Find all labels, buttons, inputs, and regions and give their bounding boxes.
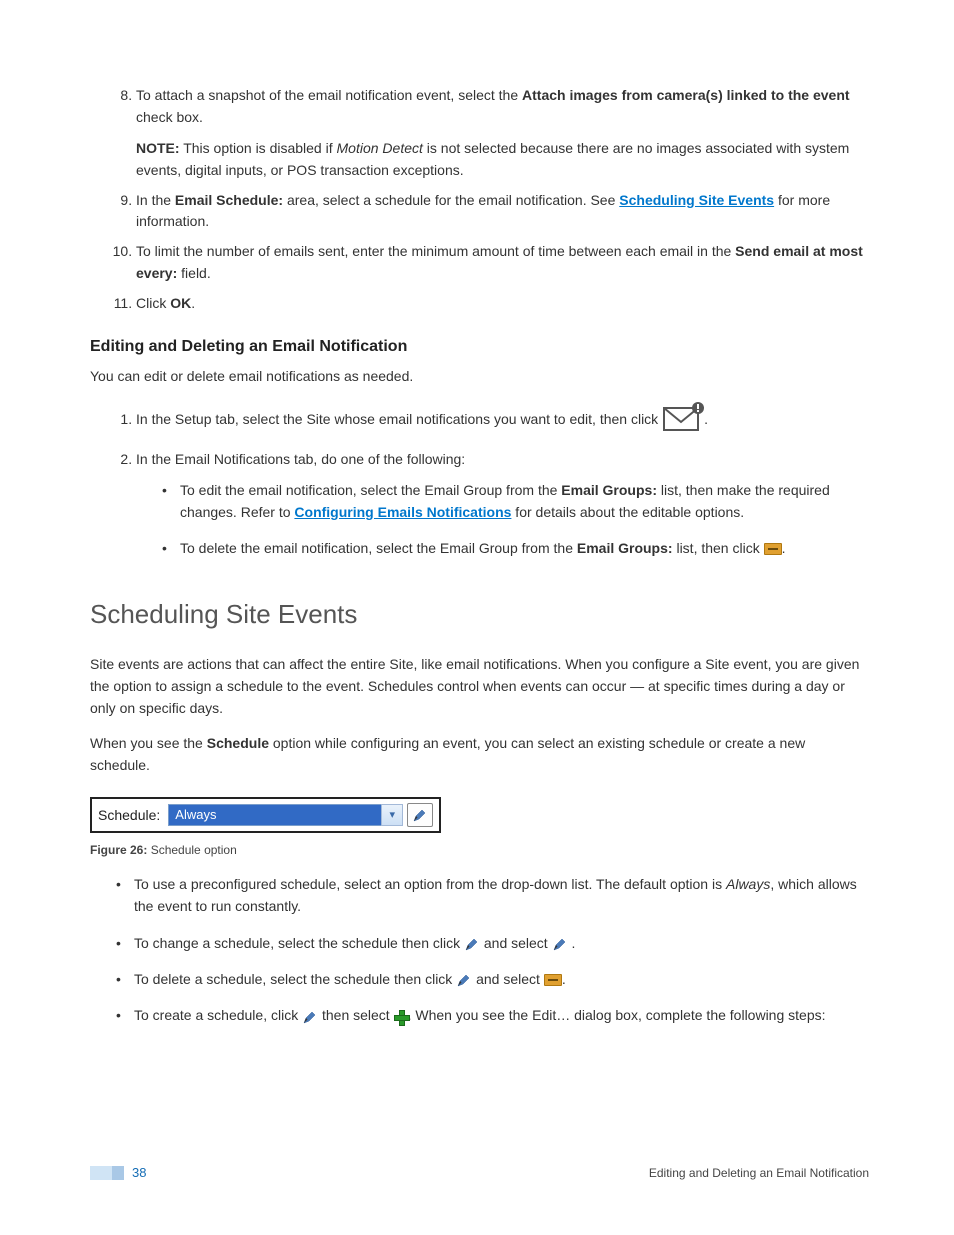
link-configuring-emails[interactable]: Configuring Emails Notifications: [294, 504, 511, 520]
edit-step-1: In the Setup tab, select the Site whose …: [136, 402, 869, 439]
step-11: Click OK.: [136, 293, 869, 315]
text: To create a schedule, click: [134, 1007, 302, 1023]
pencil-icon: [413, 808, 427, 822]
page-decor-icon: [90, 1166, 124, 1180]
text: .: [568, 935, 576, 951]
page-footer: 38 Editing and Deleting an Email Notific…: [90, 1165, 869, 1180]
sched-bullet-4: To create a schedule, click then select …: [134, 1004, 869, 1026]
edit-bullet-2: To delete the email notification, select…: [180, 538, 869, 560]
edit-bullet-1: To edit the email notification, select t…: [180, 480, 869, 523]
text: field.: [177, 265, 210, 281]
text: In the Email Notifications tab, do one o…: [136, 451, 465, 467]
text: .: [704, 411, 708, 427]
text: This option is disabled if: [180, 140, 337, 156]
figure-caption: Figure 26: Schedule option: [90, 843, 869, 857]
text: To delete the email notification, select…: [180, 540, 577, 556]
sched-bullet-1: To use a preconfigured schedule, select …: [134, 873, 869, 918]
bold-text: Email Groups:: [577, 540, 673, 556]
figure-label: Figure 26:: [90, 843, 147, 857]
text: area, select a schedule for the email no…: [283, 192, 619, 208]
pencil-icon: [464, 937, 480, 951]
bold-text: Email Schedule:: [175, 192, 283, 208]
step-10: To limit the number of emails sent, ente…: [136, 241, 869, 284]
bold-text: Email Groups:: [561, 482, 657, 498]
text: To delete a schedule, select the schedul…: [134, 971, 456, 987]
bold-text: Attach images from camera(s) linked to t…: [522, 87, 850, 103]
schedule-edit-button[interactable]: [407, 803, 433, 827]
envelope-alert-icon: [662, 402, 704, 439]
link-scheduling-site-events[interactable]: Scheduling Site Events: [619, 192, 774, 208]
pencil-icon: [552, 937, 568, 951]
text: .: [191, 295, 195, 311]
italic-text: Motion Detect: [337, 140, 423, 156]
sched-p1: Site events are actions that can affect …: [90, 654, 869, 719]
bold-text: OK: [170, 295, 191, 311]
figure-text: Schedule option: [147, 843, 236, 857]
note-label: NOTE:: [136, 140, 180, 156]
text: To attach a snapshot of the email notifi…: [136, 87, 522, 103]
schedule-figure: Schedule: Always ▾: [90, 797, 441, 833]
sched-p2: When you see the Schedule option while c…: [90, 733, 869, 776]
heading-scheduling-site-events: Scheduling Site Events: [90, 599, 869, 630]
text: and select: [480, 935, 552, 951]
text: .: [562, 971, 566, 987]
text: To limit the number of emails sent, ente…: [136, 243, 735, 259]
step-9: In the Email Schedule: area, select a sc…: [136, 190, 869, 233]
text: To change a schedule, select the schedul…: [134, 935, 464, 951]
schedule-dropdown[interactable]: Always ▾: [168, 804, 403, 826]
text: list, then click: [673, 540, 764, 556]
sched-bullet-2: To change a schedule, select the schedul…: [134, 932, 869, 954]
text: .: [782, 540, 786, 556]
text: and select: [472, 971, 544, 987]
delete-icon: [544, 974, 562, 986]
text: To edit the email notification, select t…: [180, 482, 561, 498]
delete-icon: [764, 543, 782, 555]
edit-step-2: In the Email Notifications tab, do one o…: [136, 449, 869, 560]
text: When you see the: [90, 735, 207, 751]
footer-title: Editing and Deleting an Email Notificati…: [649, 1166, 869, 1180]
schedule-dropdown-value: Always: [168, 804, 381, 826]
text: check box.: [136, 109, 203, 125]
bold-text: Schedule: [207, 735, 269, 751]
chevron-down-icon[interactable]: ▾: [381, 804, 403, 826]
intro-text: You can edit or delete email notificatio…: [90, 366, 869, 388]
text: To use a preconfigured schedule, select …: [134, 876, 726, 892]
text: then select: [318, 1007, 394, 1023]
pencil-icon: [456, 973, 472, 987]
text: for details about the editable options.: [511, 504, 744, 520]
step-8: To attach a snapshot of the email notifi…: [136, 85, 869, 182]
pencil-icon: [302, 1010, 318, 1024]
add-icon: [394, 1010, 408, 1024]
text: In the: [136, 192, 175, 208]
page-number: 38: [132, 1165, 146, 1180]
sched-bullet-3: To delete a schedule, select the schedul…: [134, 968, 869, 990]
heading-editing-deleting: Editing and Deleting an Email Notificati…: [90, 338, 869, 356]
text: In the Setup tab, select the Site whose …: [136, 411, 662, 427]
italic-text: Always: [726, 876, 770, 892]
text: . When you see the Edit… dialog box, com…: [408, 1007, 826, 1023]
text: Click: [136, 295, 170, 311]
schedule-label: Schedule:: [98, 807, 160, 823]
